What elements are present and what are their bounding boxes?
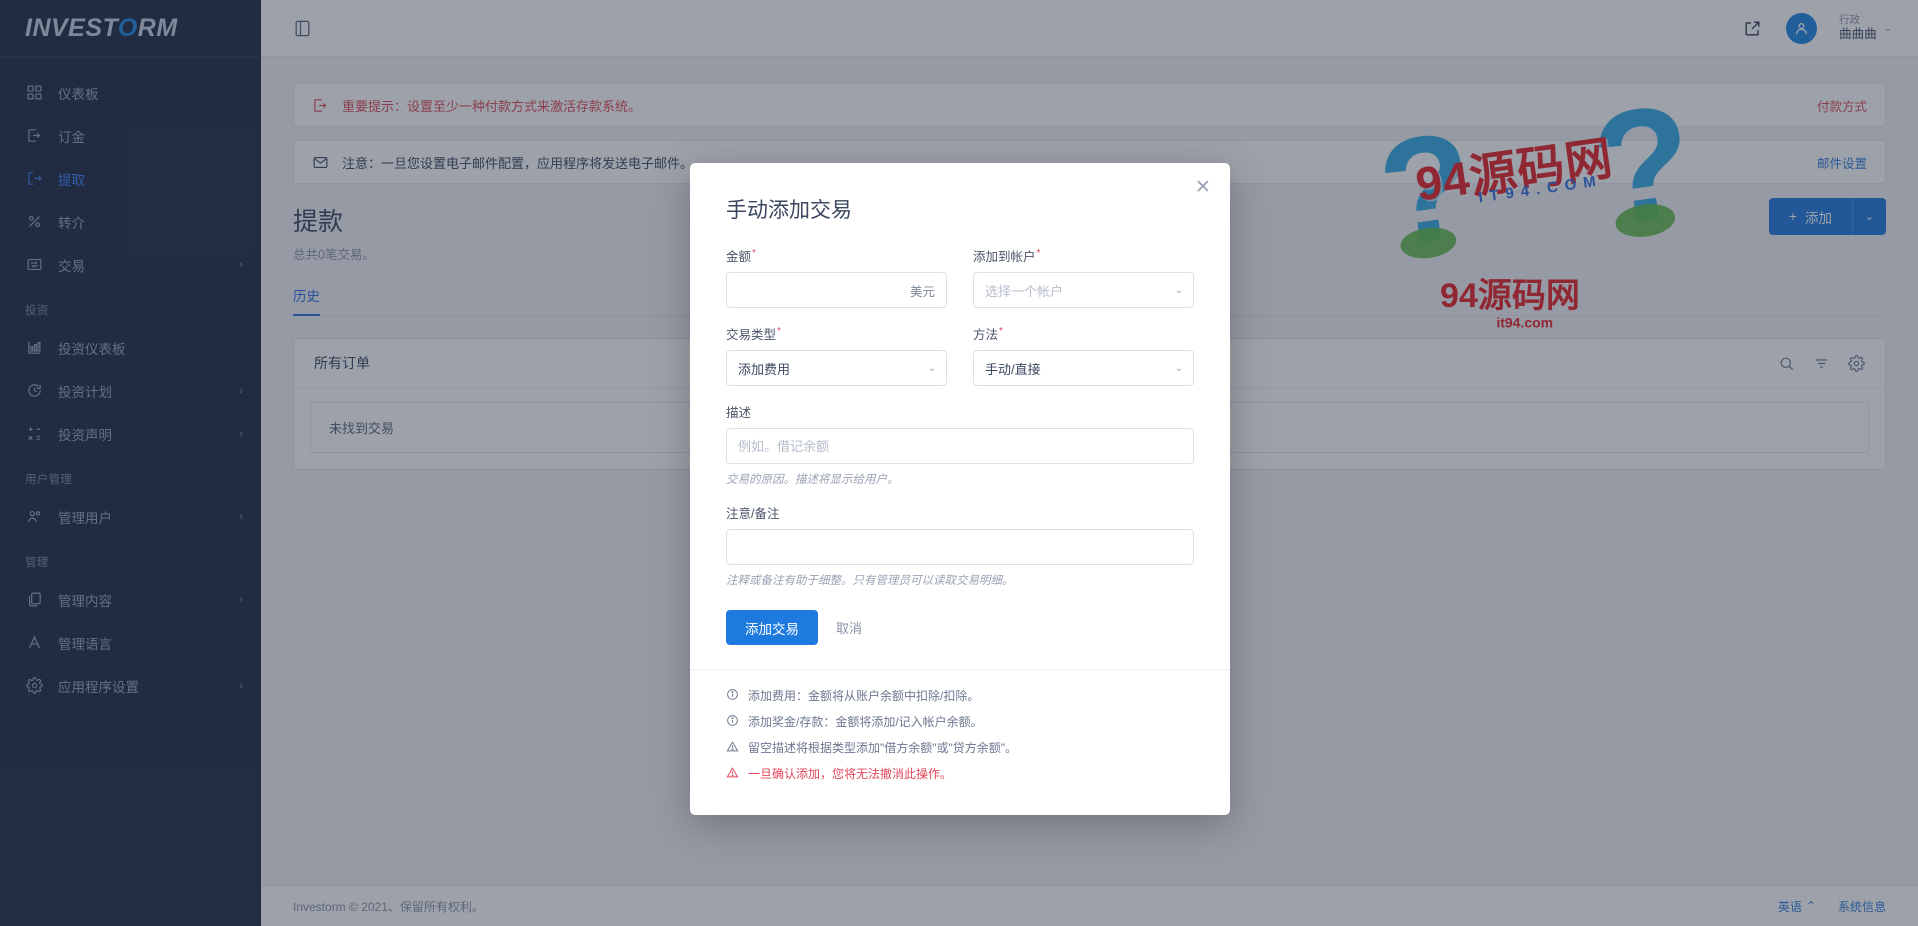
- submit-transaction-button[interactable]: 添加交易: [726, 610, 818, 645]
- note-label: 注意/备注: [726, 503, 1194, 522]
- amount-input[interactable]: [726, 272, 947, 308]
- amount-label: 金额*: [726, 246, 947, 265]
- method-label: 方法*: [973, 324, 1194, 343]
- note-label-text: 注意/备注: [726, 507, 780, 521]
- transaction-type-select[interactable]: 添加费用: [726, 350, 947, 386]
- txn-type-label-text: 交易类型: [726, 328, 777, 342]
- amount-label-text: 金额: [726, 250, 752, 264]
- field-note: 注意/备注 注释或备注有助于细整。只有管理员可以读取交易明细。: [726, 503, 1194, 588]
- field-account: 添加到帐户* 选择一个帐户 ⌄: [973, 246, 1194, 308]
- note-input[interactable]: [726, 529, 1194, 565]
- required-marker: *: [999, 325, 1003, 337]
- note-text: 添加奖金/存款：金额将添加/记入帐户余额。: [748, 715, 983, 729]
- modal-actions: 添加交易 取消: [726, 610, 1194, 645]
- modal-title: 手动添加交易: [726, 199, 852, 222]
- modal-body: 手动添加交易 金额* 美元 添加到帐户* 选择一个帐户 ⌄ 交易类型* 添加费用…: [690, 163, 1230, 669]
- close-icon[interactable]: ✕: [1192, 176, 1214, 198]
- warning-icon: [726, 766, 739, 779]
- field-description: 描述 交易的原因。描述将显示给用户。: [726, 402, 1194, 487]
- txn-type-label: 交易类型*: [726, 324, 947, 343]
- required-marker: *: [752, 247, 756, 259]
- note-help-text: 注释或备注有助于细整。只有管理员可以读取交易明细。: [726, 575, 1014, 587]
- note-item: 留空描述将根据类型添加"借方余额"或"贷方余额"。: [726, 739, 1194, 757]
- account-select-wrap: 选择一个帐户 ⌄: [973, 272, 1194, 308]
- warning-icon: [726, 740, 739, 753]
- txn-type-select-wrap: 添加费用 ⌄: [726, 350, 947, 386]
- modal-notes: 添加费用：金额将从账户余额中扣除/扣除。 添加奖金/存款：金额将添加/记入帐户余…: [690, 669, 1230, 815]
- note-item: 添加费用：金额将从账户余额中扣除/扣除。: [726, 687, 1194, 705]
- add-transaction-modal: ✕ 手动添加交易 金额* 美元 添加到帐户* 选择一个帐户 ⌄ 交易类型* 添加…: [690, 163, 1230, 815]
- description-input[interactable]: [726, 428, 1194, 464]
- amount-input-wrap: 美元: [726, 272, 947, 308]
- note-text: 一旦确认添加，您将无法撤消此操作。: [748, 767, 953, 781]
- app-root: INVESTORM 仪表板 订金 提取 转介 交易 › 投资 投资仪表板 投资计…: [0, 0, 1918, 926]
- info-icon: [726, 688, 739, 701]
- method-select-wrap: 手动/直接 ⌄: [973, 350, 1194, 386]
- account-label-text: 添加到帐户: [973, 250, 1036, 264]
- note-text: 留空描述将根据类型添加"借方余额"或"贷方余额"。: [748, 741, 1018, 755]
- field-transaction-type: 交易类型* 添加费用 ⌄: [726, 324, 947, 386]
- required-marker: *: [1036, 247, 1041, 259]
- note-text: 添加费用：金额将从账户余额中扣除/扣除。: [748, 689, 980, 703]
- required-marker: *: [777, 325, 781, 337]
- note-item: 添加奖金/存款：金额将添加/记入帐户余额。: [726, 713, 1194, 731]
- field-amount: 金额* 美元: [726, 246, 947, 308]
- note-item: 一旦确认添加，您将无法撤消此操作。: [726, 765, 1194, 783]
- field-method: 方法* 手动/直接 ⌄: [973, 324, 1194, 386]
- description-label: 描述: [726, 402, 1194, 421]
- account-label: 添加到帐户*: [973, 246, 1194, 265]
- transaction-form: 金额* 美元 添加到帐户* 选择一个帐户 ⌄ 交易类型* 添加费用 ⌄ 方法* …: [726, 246, 1194, 653]
- description-label-text: 描述: [726, 406, 752, 420]
- method-label-text: 方法: [973, 328, 999, 342]
- cancel-button[interactable]: 取消: [836, 618, 862, 637]
- method-select[interactable]: 手动/直接: [973, 350, 1194, 386]
- description-help-text: 交易的原因。描述将显示给用户。: [726, 474, 899, 486]
- info-icon: [726, 714, 739, 727]
- account-select[interactable]: 选择一个帐户: [973, 272, 1194, 308]
